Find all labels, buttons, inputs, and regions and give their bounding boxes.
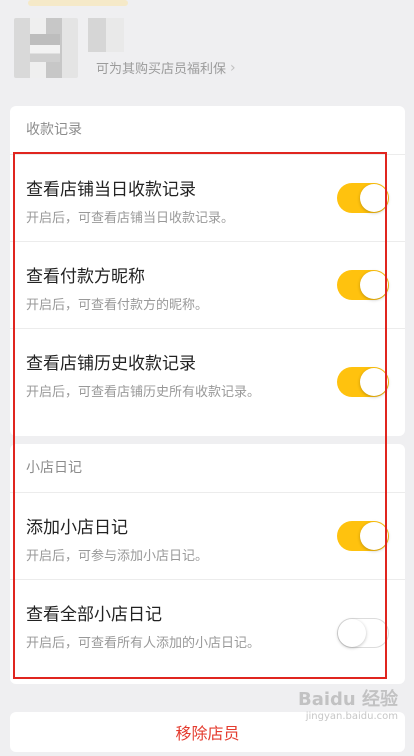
setting-row-history-records: 查看店铺历史收款记录 开启后，可查看店铺历史所有收款记录。	[10, 329, 405, 433]
setting-row-add-diary: 添加小店日记 开启后，可参与添加小店日记。	[10, 493, 405, 580]
benefit-link-label: 可为其购买店员福利保	[96, 62, 227, 77]
setting-description: 开启后，可查看付款方的昵称。	[26, 298, 209, 313]
chevron-right-icon: ›	[230, 59, 236, 76]
section-title: 小店日记	[10, 444, 405, 493]
toggle-switch[interactable]	[337, 183, 389, 213]
setting-title: 查看付款方昵称	[26, 267, 145, 287]
toggle-switch[interactable]	[337, 270, 389, 300]
toggle-knob	[360, 522, 388, 550]
toggle-knob	[360, 368, 388, 396]
header: 可为其购买店员福利保 ›	[0, 0, 414, 100]
setting-row-view-all-diary: 查看全部小店日记 开启后，可查看所有人添加的小店日记。	[10, 580, 405, 684]
setting-title: 查看全部小店日记	[26, 605, 162, 625]
setting-description: 开启后，可查看所有人添加的小店日记。	[26, 636, 261, 651]
setting-row-payer-nickname: 查看付款方昵称 开启后，可查看付款方的昵称。	[10, 242, 405, 329]
toggle-knob	[360, 271, 388, 299]
toggle-knob	[360, 184, 388, 212]
remove-clerk-label: 移除店员	[175, 724, 240, 743]
top-decoration	[28, 0, 128, 6]
watermark-sub: jingyan.baidu.com	[305, 711, 398, 722]
section-shop-diary: 小店日记 添加小店日记 开启后，可参与添加小店日记。 查看全部小店日记 开启后，…	[10, 444, 405, 684]
setting-description: 开启后，可查看店铺当日收款记录。	[26, 211, 235, 226]
baidu-watermark: Baidu 经验 jingyan.baidu.com	[298, 685, 398, 722]
benefit-link[interactable]: 可为其购买店员福利保 ›	[96, 58, 236, 78]
watermark-main: Baidu 经验	[297, 689, 398, 710]
setting-description: 开启后，可查看店铺历史所有收款记录。	[26, 385, 261, 400]
avatar[interactable]	[14, 18, 78, 78]
setting-title: 添加小店日记	[26, 518, 128, 538]
setting-description: 开启后，可参与添加小店日记。	[26, 549, 209, 564]
setting-title: 查看店铺当日收款记录	[26, 180, 196, 200]
clerk-name-blurred	[88, 18, 124, 52]
setting-title: 查看店铺历史收款记录	[26, 354, 196, 374]
setting-row-today-records: 查看店铺当日收款记录 开启后，可查看店铺当日收款记录。	[10, 155, 405, 242]
toggle-knob	[338, 619, 366, 647]
toggle-switch[interactable]	[337, 618, 389, 648]
section-payment-records: 收款记录 查看店铺当日收款记录 开启后，可查看店铺当日收款记录。 查看付款方昵称…	[10, 106, 405, 436]
toggle-switch[interactable]	[337, 367, 389, 397]
toggle-switch[interactable]	[337, 521, 389, 551]
section-title: 收款记录	[10, 106, 405, 155]
